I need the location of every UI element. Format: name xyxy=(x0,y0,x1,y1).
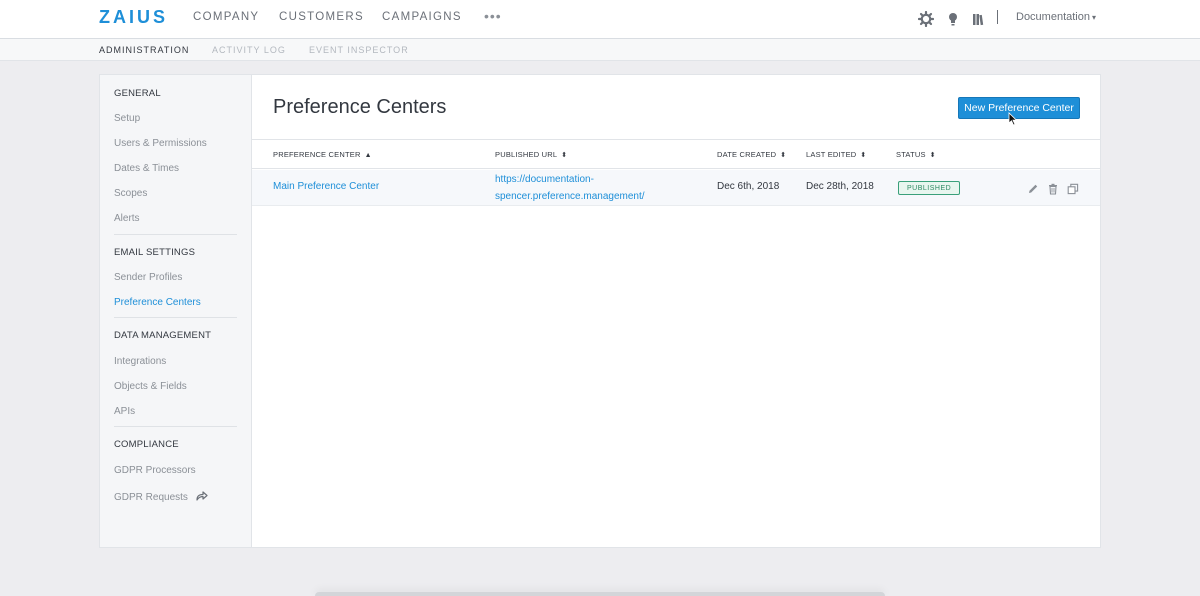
section-data-management: DATA MANAGEMENT xyxy=(114,330,212,341)
sub-navigation: ADMINISTRATION ACTIVITY LOG EVENT INSPEC… xyxy=(0,39,1200,61)
zaius-logo[interactable]: ZAIUS xyxy=(99,7,168,28)
column-header-last-edited[interactable]: LAST EDITED ⬍ xyxy=(806,150,867,159)
preference-center-name-link[interactable]: Main Preference Center xyxy=(273,181,379,192)
sidebar-item-gdpr-requests[interactable]: GDPR Requests xyxy=(114,491,208,503)
new-preference-center-button[interactable]: New Preference Center xyxy=(958,97,1080,119)
url-line: spencer.preference.management/ xyxy=(495,191,645,202)
sidebar-divider xyxy=(114,426,237,427)
sidebar-item-apis[interactable]: APIs xyxy=(114,406,135,417)
column-label: PREFERENCE CENTER xyxy=(273,150,361,159)
preference-centers-content: Preference Centers New Preference Center… xyxy=(252,75,1100,547)
duplicate-icon[interactable] xyxy=(1067,183,1079,195)
sort-icon: ⬍ xyxy=(561,152,568,159)
sidebar-item-sender-profiles[interactable]: Sender Profiles xyxy=(114,272,182,283)
sidebar-item-dates-times[interactable]: Dates & Times xyxy=(114,163,179,174)
column-header-date-created[interactable]: DATE CREATED ⬍ xyxy=(717,150,786,159)
mouse-cursor-icon xyxy=(1008,112,1018,126)
window-bottom-edge xyxy=(315,592,885,596)
url-line: https://documentation- xyxy=(495,174,594,185)
sidebar-item-users-permissions[interactable]: Users & Permissions xyxy=(114,138,207,149)
table-header: PREFERENCE CENTER ▲ PUBLISHED URL ⬍ DATE C… xyxy=(252,139,1100,169)
tab-administration[interactable]: ADMINISTRATION xyxy=(99,45,189,55)
gear-icon[interactable] xyxy=(918,11,934,27)
sort-icon: ⬍ xyxy=(780,152,787,159)
edit-pencil-icon[interactable] xyxy=(1027,183,1039,195)
trash-icon[interactable] xyxy=(1047,183,1059,195)
column-header-preference-center[interactable]: PREFERENCE CENTER ▲ xyxy=(273,150,372,159)
tab-activity-log[interactable]: ACTIVITY LOG xyxy=(212,45,286,55)
nav-divider xyxy=(997,10,998,24)
sidebar-divider xyxy=(114,317,237,318)
tab-event-inspector[interactable]: EVENT INSPECTOR xyxy=(309,45,409,55)
sidebar-divider xyxy=(114,234,237,235)
published-url-link[interactable]: https://documentation- spencer.preferenc… xyxy=(495,171,645,205)
admin-panel: GENERAL Setup Users & Permissions Dates … xyxy=(99,74,1101,548)
page-title: Preference Centers xyxy=(273,96,447,118)
sort-ascending-icon: ▲ xyxy=(364,152,372,159)
nav-customers[interactable]: CUSTOMERS xyxy=(279,11,364,23)
nav-more-button[interactable]: ••• xyxy=(484,8,502,24)
status-badge: PUBLISHED xyxy=(898,181,961,195)
sidebar-item-integrations[interactable]: Integrations xyxy=(114,356,166,367)
section-compliance: COMPLIANCE xyxy=(114,439,179,450)
sidebar-item-label: GDPR Requests xyxy=(114,492,188,503)
column-label: LAST EDITED xyxy=(806,150,857,159)
column-label: DATE CREATED xyxy=(717,150,777,159)
section-email-settings: EMAIL SETTINGS xyxy=(114,247,196,258)
library-icon[interactable] xyxy=(970,11,986,27)
chevron-down-icon: ▾ xyxy=(1092,13,1097,22)
lightbulb-icon[interactable] xyxy=(945,11,961,27)
nav-campaigns[interactable]: CAMPAIGNS xyxy=(382,11,462,23)
account-menu[interactable]: Documentation ▾ xyxy=(1016,11,1096,23)
share-arrow-icon xyxy=(196,491,208,501)
section-general: GENERAL xyxy=(114,88,161,99)
date-created: Dec 6th, 2018 xyxy=(717,181,780,192)
top-navigation: ZAIUS COMPANY CUSTOMERS CAMPAIGNS ••• Do… xyxy=(0,0,1200,39)
column-label: PUBLISHED URL xyxy=(495,150,558,159)
column-label: STATUS xyxy=(896,150,926,159)
column-header-status[interactable]: STATUS ⬍ xyxy=(896,150,936,159)
nav-company[interactable]: COMPANY xyxy=(193,11,259,23)
last-edited: Dec 28th, 2018 xyxy=(806,181,874,192)
sidebar-item-objects-fields[interactable]: Objects & Fields xyxy=(114,381,187,392)
table-row[interactable]: Main Preference Center https://documenta… xyxy=(252,170,1100,206)
column-header-published-url[interactable]: PUBLISHED URL ⬍ xyxy=(495,150,567,159)
sidebar-item-preference-centers[interactable]: Preference Centers xyxy=(114,297,201,308)
sidebar-item-setup[interactable]: Setup xyxy=(114,113,140,124)
admin-sidebar: GENERAL Setup Users & Permissions Dates … xyxy=(100,75,252,547)
sort-icon: ⬍ xyxy=(929,152,936,159)
account-menu-label: Documentation xyxy=(1016,11,1090,23)
sidebar-item-alerts[interactable]: Alerts xyxy=(114,213,140,224)
sidebar-item-scopes[interactable]: Scopes xyxy=(114,188,147,199)
sidebar-item-gdpr-processors[interactable]: GDPR Processors xyxy=(114,465,196,476)
sort-icon: ⬍ xyxy=(860,152,867,159)
